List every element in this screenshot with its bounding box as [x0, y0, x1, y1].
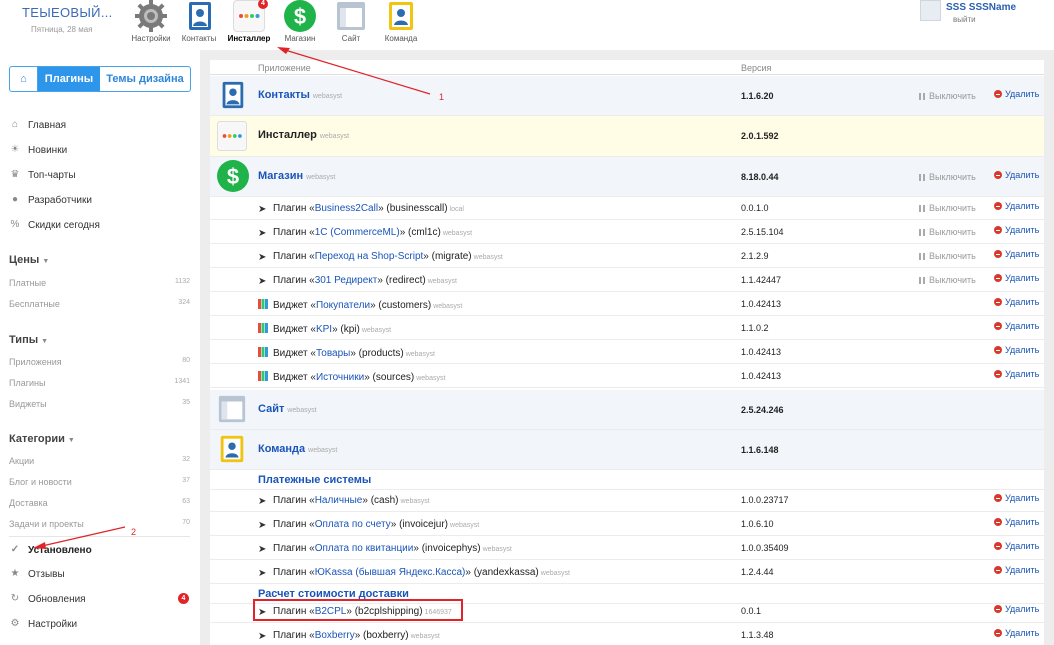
annotation-label: 2	[131, 527, 137, 537]
annotation-arrows	[33, 47, 431, 549]
annotation-label: 1	[439, 92, 445, 102]
